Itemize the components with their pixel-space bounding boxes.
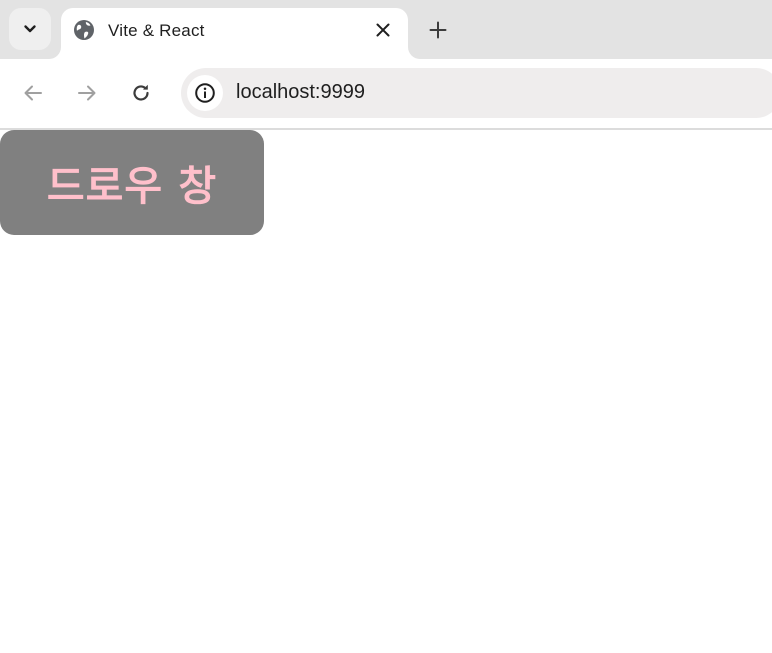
url-text: localhost:9999 — [236, 81, 365, 103]
chevron-down-icon — [24, 25, 36, 33]
close-icon — [376, 23, 390, 37]
tab-strip: Vite & React — [0, 0, 772, 59]
globe-icon — [74, 20, 94, 40]
page-viewport: 드로우 창 — [0, 130, 772, 653]
back-button[interactable] — [19, 79, 47, 107]
plus-icon — [429, 21, 447, 39]
forward-button[interactable] — [73, 79, 101, 107]
reload-button[interactable] — [127, 79, 155, 107]
drawer-title: 드로우 창 — [46, 161, 218, 210]
drawer-window[interactable]: 드로우 창 — [0, 130, 264, 235]
address-bar[interactable]: localhost:9999 — [181, 68, 772, 118]
info-icon — [195, 83, 215, 103]
reload-icon — [133, 84, 149, 101]
site-info-button[interactable] — [187, 75, 223, 111]
browser-toolbar: localhost:9999 — [0, 59, 772, 130]
active-tab[interactable]: Vite & React — [61, 8, 408, 59]
tab-close-button[interactable] — [372, 19, 394, 41]
tab-title: Vite & React — [108, 21, 205, 40]
new-tab-button[interactable] — [424, 16, 452, 44]
tab-search-button[interactable] — [9, 8, 51, 50]
arrow-right-icon — [78, 85, 96, 101]
arrow-left-icon — [24, 85, 42, 101]
